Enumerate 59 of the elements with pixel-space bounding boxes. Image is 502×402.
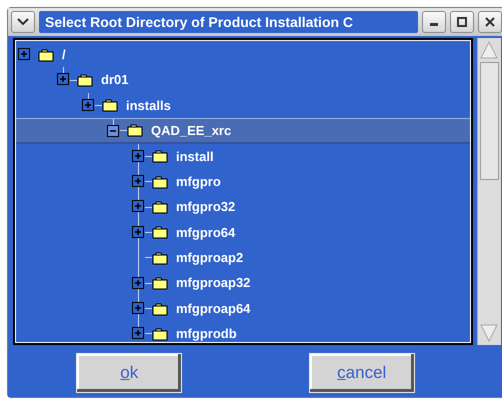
expand-icon[interactable] bbox=[132, 276, 144, 289]
expand-icon[interactable] bbox=[132, 150, 144, 162]
folder-name: install bbox=[176, 148, 214, 166]
folder-icon bbox=[77, 73, 93, 88]
folder-icon bbox=[152, 250, 168, 265]
folder-icon bbox=[152, 174, 168, 189]
folder-name: mfgprodb bbox=[176, 325, 237, 343]
window-menu-button[interactable] bbox=[11, 11, 35, 33]
folder-icon bbox=[152, 276, 168, 290]
collapse-icon[interactable] bbox=[107, 125, 119, 138]
folder-name: QAD_EE_xrc bbox=[151, 122, 232, 140]
folder-icon bbox=[127, 123, 143, 138]
folder-icon bbox=[152, 200, 168, 214]
folder-icon bbox=[38, 48, 54, 62]
tree-row[interactable]: mfgproap32 bbox=[15, 270, 471, 296]
close-button[interactable] bbox=[478, 11, 502, 33]
folder-name: mfgpro64 bbox=[176, 224, 236, 242]
tree-row[interactable]: / bbox=[15, 42, 471, 68]
folder-name: installs bbox=[126, 96, 171, 115]
expand-icon[interactable] bbox=[82, 98, 94, 111]
expand-icon[interactable] bbox=[132, 302, 144, 314]
dialog-button[interactable]: cancel bbox=[308, 353, 415, 393]
folder-icon bbox=[152, 302, 168, 316]
folder-name: mfgpro32 bbox=[176, 198, 236, 216]
folder-icon bbox=[152, 149, 168, 164]
dialog-button[interactable]: ok bbox=[76, 353, 182, 393]
folder-name: mfgproap64 bbox=[176, 300, 250, 318]
tree-row[interactable]: install bbox=[15, 144, 471, 169]
maximize-button[interactable] bbox=[450, 11, 474, 33]
minimize-button[interactable] bbox=[422, 11, 446, 33]
tree-row[interactable]: dr01 bbox=[15, 67, 471, 93]
folder-name: mfgpro bbox=[176, 172, 221, 191]
folder-name: mfgproap2 bbox=[176, 249, 244, 268]
expand-icon[interactable] bbox=[57, 73, 69, 86]
window-title: Select Root Directory of Product Installation C bbox=[39, 11, 418, 33]
folder-icon bbox=[152, 225, 168, 240]
expand-icon[interactable] bbox=[132, 226, 144, 238]
chevron-icon bbox=[17, 18, 29, 26]
tree-row[interactable]: mfgprodb bbox=[15, 321, 471, 343]
folder-icon bbox=[102, 98, 118, 112]
scroll-thumb[interactable] bbox=[480, 62, 499, 180]
vertical-scrollbar[interactable] bbox=[477, 38, 501, 345]
folder-name: / bbox=[62, 46, 66, 64]
tree-row[interactable]: mfgpro bbox=[15, 168, 471, 194]
expand-icon[interactable] bbox=[18, 48, 30, 60]
tree-row[interactable]: mfgpro64 bbox=[15, 220, 471, 246]
expand-icon[interactable] bbox=[132, 200, 144, 212]
folder-name: dr01 bbox=[101, 71, 128, 90]
expand-icon[interactable] bbox=[132, 327, 144, 340]
maximize-icon bbox=[457, 17, 467, 27]
tree-row[interactable]: mfgproap64 bbox=[15, 296, 471, 322]
folder-name: mfgproap32 bbox=[176, 274, 250, 292]
tree-row[interactable]: QAD_EE_xrc bbox=[15, 118, 471, 144]
folder-icon bbox=[152, 326, 168, 341]
expand-icon[interactable] bbox=[132, 174, 144, 187]
tree-row[interactable]: mfgproap2 bbox=[15, 245, 471, 271]
tree-row[interactable]: installs bbox=[15, 92, 471, 118]
tree-row[interactable]: mfgpro32 bbox=[15, 194, 471, 220]
close-icon bbox=[485, 17, 495, 27]
